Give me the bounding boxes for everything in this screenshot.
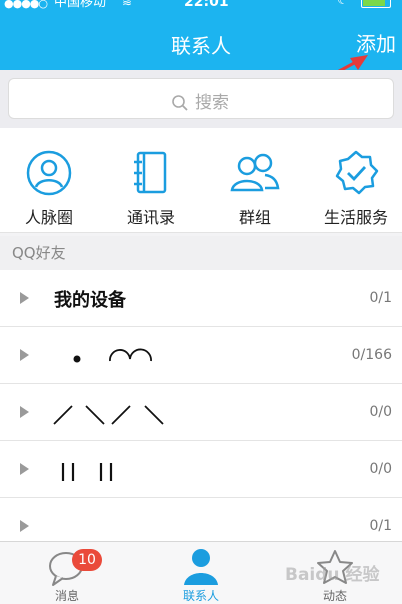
group-count: 0/1 — [369, 518, 392, 534]
group-name-symbols-icon — [61, 463, 113, 481]
person-filled-icon — [184, 549, 218, 585]
expand-triangle-icon — [20, 463, 29, 475]
tab-label: 联系人 — [182, 589, 219, 603]
friend-group-row[interactable]: 0/0 — [0, 384, 402, 441]
quick-actions: 人脉圈 通讯录 群组 生活服务 — [0, 128, 402, 233]
battery-icon — [361, 0, 391, 8]
section-header: QQ好友 — [0, 236, 402, 270]
group-count: 0/0 — [369, 461, 392, 477]
group-icon — [230, 153, 280, 192]
status-bar: ●●●●○ 中国移动 ≋ 22:01 ☾ — [0, 0, 402, 14]
wifi-icon: ≋ — [122, 0, 133, 9]
friend-group-row[interactable]: 0/166 — [0, 327, 402, 384]
address-book-icon — [134, 151, 167, 194]
expand-triangle-icon — [20, 349, 29, 361]
expand-triangle-icon — [20, 520, 29, 532]
tab-label: 动态 — [322, 589, 347, 603]
group-count: 0/0 — [369, 404, 392, 420]
quick-action-label: 群组 — [238, 208, 271, 227]
clock-label: 22:01 — [184, 0, 229, 10]
friend-group-row[interactable]: 我的设备 0/1 — [0, 270, 402, 327]
search-icon — [172, 95, 188, 111]
group-name-symbols-icon — [53, 405, 164, 425]
expand-triangle-icon — [20, 292, 29, 304]
group-count: 0/166 — [351, 347, 392, 363]
search-input[interactable]: 搜索 — [8, 78, 394, 119]
quick-action-groups[interactable]: 群组 — [210, 148, 300, 228]
moon-icon: ☾ — [337, 0, 349, 8]
friend-group-list: 我的设备 0/1 0/166 0/0 0/0 0/1 — [0, 270, 402, 555]
tab-label: 消息 — [54, 589, 79, 603]
quick-action-life-service[interactable]: 生活服务 — [311, 148, 401, 228]
search-placeholder: 搜索 — [195, 93, 229, 113]
signal-icon: ●●●●○ — [4, 0, 48, 10]
friend-group-row[interactable]: 0/0 — [0, 441, 402, 498]
quick-action-label: 人脉圈 — [24, 208, 73, 227]
quick-action-contacts[interactable]: 通讯录 — [106, 148, 196, 228]
expand-triangle-icon — [20, 406, 29, 418]
tab-messages[interactable]: 10 消息 — [0, 542, 134, 604]
verified-badge-icon — [335, 150, 379, 195]
group-name-symbols-icon — [73, 348, 152, 363]
quick-action-label: 生活服务 — [323, 208, 388, 227]
quick-action-label: 通讯录 — [126, 208, 175, 227]
quick-action-renmaiquan[interactable]: 人脉圈 — [4, 148, 94, 228]
group-name: 我的设备 — [54, 290, 126, 311]
group-count: 0/1 — [369, 290, 392, 306]
watermark: Baidu 经验 — [285, 565, 380, 585]
carrier-label: 中国移动 — [54, 0, 107, 10]
search-area: 搜索 — [0, 70, 402, 128]
unread-badge: 10 — [72, 549, 102, 571]
tab-contacts[interactable]: 联系人 — [134, 542, 268, 604]
person-circle-icon — [26, 150, 72, 196]
